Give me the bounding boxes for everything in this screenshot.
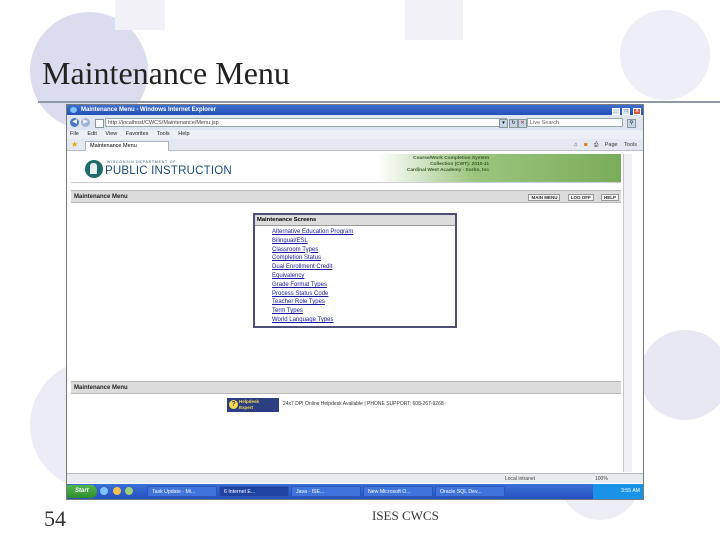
stop-icon[interactable]: ✕	[518, 119, 527, 128]
screen-link-classroom-types[interactable]: Classroom Types	[272, 246, 353, 255]
dpi-logo-name: PUBLIC INSTRUCTION	[105, 165, 232, 177]
helpdesk-badge[interactable]: ? Helpdesk Expert	[227, 398, 279, 412]
app-info: Course/Work Completion System Collection…	[407, 156, 489, 174]
slide-title: Maintenance Menu	[42, 55, 290, 91]
screens-list: Alternative Education Program Bilingual/…	[272, 228, 353, 325]
menu-tools[interactable]: Tools	[157, 131, 170, 137]
zoom-level[interactable]: 100%	[595, 475, 608, 483]
menu-favorites[interactable]: Favorites	[126, 131, 149, 137]
vertical-scrollbar[interactable]	[623, 154, 632, 472]
slide-number: 54	[44, 506, 66, 531]
helpdesk-text: 24x7 DPI Online Helpdesk Available | PHO…	[283, 401, 444, 407]
quick-launch	[100, 487, 136, 497]
quick-links: MAIN MENU LOG OFF HELP	[522, 191, 619, 204]
web-page: WISCONSIN DEPARTMENT OF PUBLIC INSTRUCTI…	[71, 154, 621, 472]
screen-link-grade-format-types[interactable]: Grade Format Types	[272, 281, 353, 290]
helpdesk-banner: ? Helpdesk Expert 24x7 DPI Online Helpde…	[227, 398, 527, 412]
decorative-circle	[620, 10, 710, 100]
section-header: Maintenance Menu MAIN MENU LOG OFF HELP	[71, 190, 621, 203]
menu-file[interactable]: File	[70, 131, 79, 137]
screen-link-alternative-education-program[interactable]: Alternative Education Program	[272, 228, 353, 237]
search-field[interactable]: Live Search	[527, 118, 623, 127]
footer-section-title: Maintenance Menu	[74, 385, 128, 391]
menu-view[interactable]: View	[105, 131, 117, 137]
decorative-square	[405, 0, 463, 40]
tab-row: ★ Maintenance Menu ⌂ ◙ ⎙ Page Tools	[67, 139, 643, 151]
start-button[interactable]: Start	[67, 485, 97, 498]
go-dropdown-icon[interactable]: ▾	[499, 119, 508, 128]
windows-taskbar: Start Task Update - Mi... 6 Internet E..…	[67, 484, 643, 499]
screen-link-term-types[interactable]: Term Types	[272, 307, 353, 316]
taskbar-item-oracle-sql[interactable]: Oracle SQL Dev...	[435, 486, 505, 497]
feeds-icon[interactable]: ◙	[584, 142, 587, 148]
taskbar-item-microsoft-office[interactable]: New Microsoft O...	[363, 486, 433, 497]
screens-box-title: Maintenance Screens	[255, 215, 455, 226]
screen-link-teacher-role-types[interactable]: Teacher Role Types	[272, 298, 353, 307]
ie-launch-icon[interactable]	[100, 487, 108, 495]
refresh-icon[interactable]: ↻	[509, 119, 518, 128]
maintenance-screens-box: Maintenance Screens Alternative Educatio…	[253, 213, 457, 328]
app-info-line: Cardinal West Academy - Sorbo, Inc	[406, 168, 489, 173]
dpi-logo-small-text: WISCONSIN DEPARTMENT OF	[107, 160, 177, 164]
browser-tab[interactable]: Maintenance Menu	[85, 141, 169, 151]
slide-footer: ISES CWCS	[372, 508, 439, 523]
address-field[interactable]: http://localhost/CWCS/Maintenance/Menu.j…	[105, 118, 507, 127]
ie-titlebar: Maintenance Menu - Windows Internet Expl…	[67, 105, 643, 115]
taskbar-item-java[interactable]: Java - ISE...	[291, 486, 361, 497]
screen-link-world-language-types[interactable]: World Language Types	[272, 316, 353, 325]
desktop-launch-icon[interactable]	[125, 487, 134, 495]
outlook-launch-icon[interactable]	[112, 487, 121, 495]
search-icon[interactable]: ⚲	[627, 119, 636, 128]
screen-link-dual-enrollment-credit[interactable]: Dual Enrollment Credit	[272, 263, 353, 272]
home-icon[interactable]: ⌂	[574, 142, 577, 148]
command-bar: ⌂ ◙ ⎙ Page Tools	[569, 141, 637, 150]
back-arrow-icon[interactable]: ◀	[70, 118, 79, 127]
section-title: Maintenance Menu	[74, 194, 128, 200]
dpi-header: WISCONSIN DEPARTMENT OF PUBLIC INSTRUCTI…	[71, 154, 621, 183]
forward-arrow-icon[interactable]: ▶	[81, 118, 90, 127]
footer-section-header: Maintenance Menu	[71, 381, 621, 394]
title-divider	[38, 101, 720, 103]
log-off-link[interactable]: LOG OFF	[567, 194, 594, 201]
status-bar: Local intranet 100%	[67, 473, 643, 483]
taskbar-item-task-update[interactable]: Task Update - Mi...	[147, 486, 217, 497]
security-zone: Local intranet	[505, 476, 536, 482]
menu-bar: File Edit View Favorites Tools Help	[67, 130, 643, 139]
menu-help[interactable]: Help	[178, 131, 189, 137]
decorative-circle	[640, 330, 720, 420]
browser-screenshot: Maintenance Menu - Windows Internet Expl…	[66, 104, 644, 500]
system-tray-clock[interactable]: 3:55 AM	[593, 484, 643, 499]
tools-menu[interactable]: Tools	[624, 142, 637, 148]
window-title: Maintenance Menu - Windows Internet Expl…	[81, 107, 216, 113]
question-mark-icon: ?	[229, 400, 238, 409]
ie-logo-icon	[70, 107, 77, 113]
help-link[interactable]: HELP	[600, 194, 619, 201]
screen-link-bilingual-esl[interactable]: Bilingual/ESL	[272, 237, 353, 246]
screen-link-completion-status[interactable]: Completion Status	[272, 254, 353, 263]
close-button[interactable]: X	[633, 108, 641, 115]
taskbar-item-internet-explorer[interactable]: 6 Internet E...	[219, 486, 289, 497]
helpdesk-badge-line: Expert	[239, 405, 254, 410]
screen-link-equivalency[interactable]: Equivalency	[272, 272, 353, 281]
minimize-button[interactable]: _	[611, 108, 620, 115]
page-menu[interactable]: Page	[605, 142, 618, 148]
favorites-star-icon[interactable]: ★	[71, 140, 78, 149]
screen-link-process-status-code[interactable]: Process Status Code	[272, 290, 353, 299]
main-menu-link[interactable]: MAIN MENU	[528, 194, 561, 201]
maximize-button[interactable]: □	[622, 108, 631, 115]
menu-edit[interactable]: Edit	[87, 131, 96, 137]
address-bar: ◀ ▶ http://localhost/CWCS/Maintenance/Me…	[67, 115, 643, 130]
decorative-square	[115, 0, 165, 30]
print-icon[interactable]: ⎙	[594, 142, 598, 148]
page-icon	[95, 119, 104, 128]
dpi-logo-icon	[85, 160, 103, 178]
